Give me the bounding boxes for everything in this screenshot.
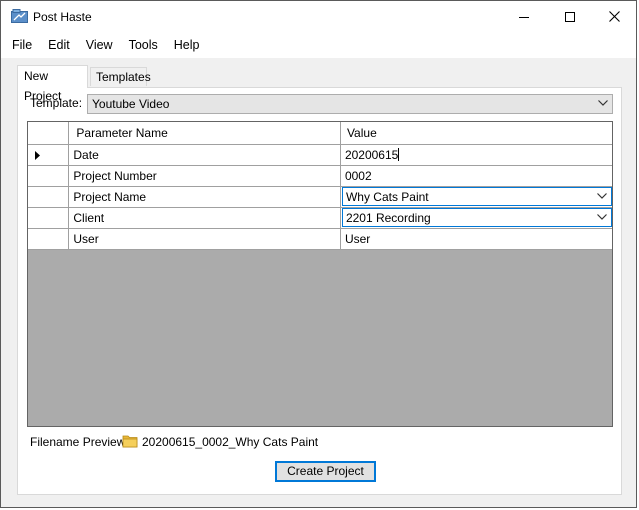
parameter-name-cell[interactable]: Project Name (68, 186, 341, 208)
date-value-text: 20200615 (344, 147, 399, 162)
row-header-corner (28, 122, 70, 145)
parameter-value-cell: 2201 Recording (340, 207, 612, 229)
create-project-button[interactable]: Create Project (275, 461, 376, 482)
folder-icon (122, 433, 138, 452)
tab-new-project[interactable]: New Project (17, 65, 88, 103)
menu-file[interactable]: File (1, 32, 40, 58)
template-select[interactable]: Youtube Video (87, 94, 613, 114)
new-project-panel: Template: Youtube Video Parameter Name V… (17, 87, 622, 495)
main-window: Post Haste File Edit View Tools Help New… (0, 0, 637, 508)
chevron-down-icon (598, 100, 608, 106)
title-bar[interactable]: Post Haste (1, 1, 636, 32)
menu-edit[interactable]: Edit (40, 32, 78, 58)
parameter-value-cell[interactable]: 0002 (340, 165, 612, 187)
grid-header-row: Parameter Name Value (28, 122, 612, 145)
parameter-name-cell[interactable]: Project Number (68, 165, 341, 187)
chevron-down-icon (597, 193, 607, 199)
menu-view[interactable]: View (78, 32, 121, 58)
client-combo[interactable]: 2201 Recording (341, 208, 612, 227)
minimize-button[interactable] (501, 1, 547, 32)
row-header[interactable] (28, 186, 70, 208)
row-header[interactable] (28, 207, 70, 229)
menu-tools[interactable]: Tools (121, 32, 166, 58)
table-row: Project Name Why Cats Paint (28, 186, 612, 208)
filename-preview-label: Filename Preview: (30, 435, 129, 449)
app-icon (11, 9, 28, 23)
project-name-value: Why Cats Paint (345, 190, 429, 204)
column-header-parameter-name[interactable]: Parameter Name (68, 122, 341, 145)
row-header[interactable] (28, 165, 70, 187)
menu-bar: File Edit View Tools Help (1, 32, 636, 58)
parameter-value-cell[interactable]: 20200615 (340, 144, 612, 166)
parameter-table: Parameter Name Value Date 20200615 Proje… (28, 122, 612, 250)
table-row: Project Number 0002 (28, 165, 612, 187)
parameter-grid[interactable]: Parameter Name Value Date 20200615 Proje… (27, 121, 613, 427)
filename-preview-value: 20200615_0002_Why Cats Paint (142, 435, 319, 449)
project-name-combo[interactable]: Why Cats Paint (341, 187, 612, 206)
menu-help[interactable]: Help (166, 32, 208, 58)
table-row: Date 20200615 (28, 144, 612, 166)
parameter-name-cell[interactable]: Date (68, 144, 341, 166)
chevron-down-icon (597, 214, 607, 220)
text-caret (398, 147, 400, 161)
parameter-value-cell[interactable]: User (340, 228, 612, 250)
table-row: User User (28, 228, 612, 250)
row-header[interactable] (28, 228, 70, 250)
close-button[interactable] (591, 1, 637, 32)
tab-templates[interactable]: Templates (90, 67, 151, 86)
table-row: Client 2201 Recording (28, 207, 612, 229)
row-header[interactable] (28, 144, 70, 166)
minimize-icon (519, 16, 529, 18)
maximize-icon (565, 11, 575, 22)
maximize-button[interactable] (547, 1, 593, 32)
parameter-name-cell[interactable]: User (68, 228, 341, 250)
template-value: Youtube Video (92, 97, 170, 111)
parameter-name-cell[interactable]: Client (68, 207, 341, 229)
column-header-value[interactable]: Value (340, 122, 612, 145)
parameter-value-cell: Why Cats Paint (340, 186, 612, 208)
window-title: Post Haste (33, 10, 92, 24)
close-icon (608, 11, 620, 22)
client-value: 2201 Recording (345, 211, 431, 225)
current-row-arrow-icon (35, 150, 40, 160)
